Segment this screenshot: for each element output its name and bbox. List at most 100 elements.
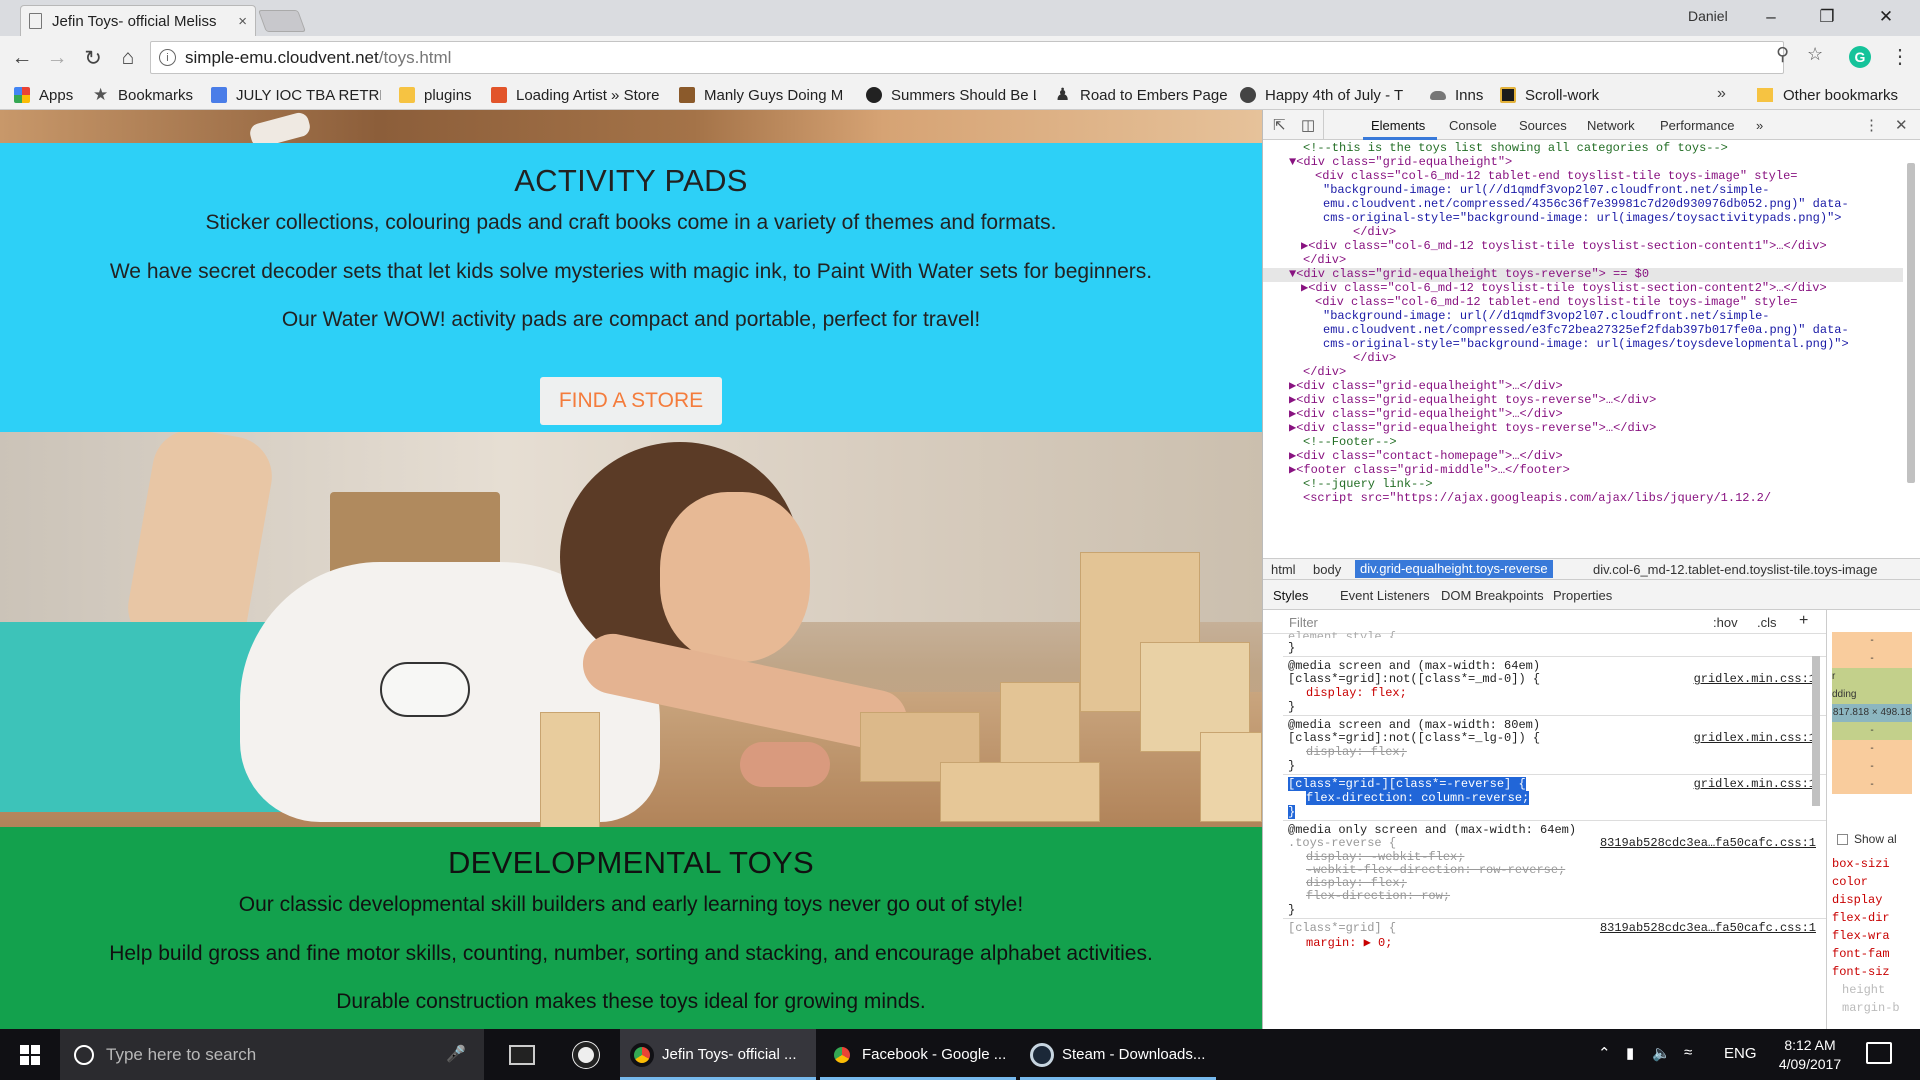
style-property-overridden[interactable]: display: flex; xyxy=(1306,745,1826,759)
styles-pane[interactable]: Filter :hov .cls + element.style { } @me… xyxy=(1263,610,1826,1029)
dom-tree-scrollbar[interactable] xyxy=(1903,148,1919,553)
taskbar-app-chrome-facebook[interactable]: Facebook - Google ... xyxy=(820,1029,1016,1080)
dom-line[interactable]: ▼<div class="grid-equalheight"> xyxy=(1289,156,1920,170)
breadcrumb-child[interactable]: div.col-6_md-12.tablet-end.toyslist-tile… xyxy=(1593,562,1877,577)
style-property[interactable]: display: flex; xyxy=(1306,686,1826,700)
web-page-viewport[interactable]: ACTIVITY PADS Sticker collections, colou… xyxy=(0,110,1262,1029)
dom-line[interactable]: ▶<div class="contact-homepage">…</div> xyxy=(1289,450,1920,464)
styles-filter-input[interactable]: Filter xyxy=(1289,615,1318,630)
style-property[interactable]: margin: ▶ 0; xyxy=(1306,935,1826,950)
microphone-icon[interactable]: 🎤 xyxy=(446,1044,466,1064)
devtools-menu-icon[interactable]: ⋮ xyxy=(1864,116,1879,134)
subtab-properties[interactable]: Properties xyxy=(1553,588,1612,603)
grammarly-extension-icon[interactable]: G xyxy=(1849,46,1871,68)
style-source-link[interactable]: gridlex.min.css:1 xyxy=(1694,777,1816,791)
home-icon[interactable]: ⌂ xyxy=(115,45,141,71)
breadcrumb-html[interactable]: html xyxy=(1271,562,1296,577)
style-property-overridden[interactable]: display: flex; xyxy=(1306,876,1826,890)
dom-line[interactable]: ▶<div class="col-6_md-12 toyslist-tile t… xyxy=(1301,282,1920,296)
inspect-element-icon[interactable]: ⇱ xyxy=(1273,116,1286,134)
computed-property[interactable]: font-fam xyxy=(1832,947,1890,961)
style-source-link[interactable]: 8319ab528cdc3ea…fa50cafc.css:1 xyxy=(1600,921,1816,935)
computed-property[interactable]: color xyxy=(1832,875,1868,889)
tray-expand-icon[interactable]: ⌃ xyxy=(1598,1044,1611,1062)
minimize-icon[interactable]: – xyxy=(1749,4,1793,30)
bookmark-star-icon[interactable]: ☆ xyxy=(1807,44,1823,65)
address-bar[interactable]: i simple-emu.cloudvent.net/toys.html xyxy=(150,41,1784,74)
checkbox-icon[interactable] xyxy=(1837,833,1848,845)
computed-property[interactable]: height xyxy=(1842,983,1885,997)
devtools-tab-network[interactable]: Network xyxy=(1587,118,1635,133)
taskbar-search-box[interactable]: Type here to search 🎤 xyxy=(60,1029,484,1080)
terminal-app-icon[interactable] xyxy=(492,1029,552,1080)
hov-toggle[interactable]: :hov xyxy=(1713,615,1738,630)
bookmark-manly-guys[interactable]: Manly Guys Doing M xyxy=(679,83,847,107)
language-indicator[interactable]: ENG xyxy=(1724,1045,1757,1062)
new-tab-button[interactable] xyxy=(257,10,307,32)
bookmark-happy-4th[interactable]: Happy 4th of July - T xyxy=(1240,83,1410,107)
bookmark-plugins[interactable]: plugins xyxy=(399,83,479,107)
volume-icon[interactable]: 🔈 xyxy=(1652,1044,1671,1062)
bookmark-bookmarks[interactable]: ★ Bookmarks xyxy=(93,83,198,107)
computed-property[interactable]: font-siz xyxy=(1832,965,1890,979)
back-icon[interactable]: ← xyxy=(9,45,35,71)
taskbar-app-steam[interactable]: Steam - Downloads... xyxy=(1020,1029,1216,1080)
dom-line-selected[interactable]: ▼<div class="grid-equalheight toys-rever… xyxy=(1263,268,1903,282)
taskbar-app-chrome-jefin[interactable]: Jefin Toys- official ... xyxy=(620,1029,816,1080)
devtools-tab-performance[interactable]: Performance xyxy=(1660,118,1734,133)
device-toolbar-icon[interactable]: ◫ xyxy=(1301,116,1315,134)
styles-scrollbar[interactable] xyxy=(1808,636,1824,1026)
dom-line[interactable]: ▶<div class="grid-equalheight toys-rever… xyxy=(1289,394,1920,408)
zoom-icon[interactable]: ⚲ xyxy=(1776,44,1789,65)
find-a-store-button[interactable]: FIND A STORE xyxy=(540,377,722,425)
bookmark-apps[interactable]: Apps xyxy=(14,83,80,107)
devtools-more-tabs-icon[interactable]: » xyxy=(1756,118,1763,133)
dom-line[interactable]: ▶<div class="grid-equalheight">…</div> xyxy=(1289,408,1920,422)
subtab-dom-breakpoints[interactable]: DOM Breakpoints xyxy=(1441,588,1544,603)
devtools-tab-console[interactable]: Console xyxy=(1449,118,1497,133)
breadcrumb-body[interactable]: body xyxy=(1313,562,1341,577)
computed-property[interactable]: box-sizi xyxy=(1832,857,1890,871)
bookmark-inns[interactable]: Inns xyxy=(1430,83,1508,107)
bookmark-loading-artist[interactable]: Loading Artist » Store xyxy=(491,83,663,107)
other-bookmarks[interactable]: Other bookmarks xyxy=(1757,83,1898,107)
dom-line[interactable]: <div class="col-6_md-12 tablet-end toysl… xyxy=(1315,170,1920,184)
style-property-overridden[interactable]: display: -webkit-flex; xyxy=(1306,850,1826,864)
dom-line[interactable]: ▶<div class="grid-equalheight">…</div> xyxy=(1289,380,1920,394)
dom-line[interactable]: <!--this is the toys list showing all ca… xyxy=(1303,142,1920,156)
style-property-overridden[interactable]: flex-direction: row; xyxy=(1306,889,1826,903)
style-source-link[interactable]: gridlex.min.css:1 xyxy=(1694,672,1816,686)
style-selector-highlighted[interactable]: [class*=grid-][class*=-reverse] { xyxy=(1288,777,1526,791)
dom-line[interactable]: ▶<div class="col-6_md-12 toyslist-tile t… xyxy=(1301,240,1920,254)
battery-icon[interactable]: ▮ xyxy=(1626,1044,1634,1062)
reload-icon[interactable]: ↻ xyxy=(80,45,106,71)
restore-icon[interactable]: ❐ xyxy=(1805,4,1849,30)
browser-tab-active[interactable]: Jefin Toys- official Meliss × xyxy=(20,5,256,36)
browser-menu-icon[interactable]: ⋮ xyxy=(1890,44,1910,69)
taskbar-clock[interactable]: 8:12 AM 4/09/2017 xyxy=(1768,1036,1852,1074)
cls-toggle[interactable]: .cls xyxy=(1757,615,1777,630)
bookmark-summers[interactable]: Summers Should Be L xyxy=(866,83,1036,107)
dom-line[interactable]: <div class="col-6_md-12 tablet-end toysl… xyxy=(1315,296,1920,310)
breadcrumb-selected[interactable]: div.grid-equalheight.toys-reverse xyxy=(1355,560,1553,578)
bookmark-july-ioc[interactable]: JULY IOC TBA RETREA xyxy=(211,83,381,107)
devtools-tab-sources[interactable]: Sources xyxy=(1519,118,1567,133)
github-app-icon[interactable] xyxy=(556,1029,616,1080)
dom-line[interactable]: ▶<footer class="grid-middle">…</footer> xyxy=(1289,464,1920,478)
devtools-tab-elements[interactable]: Elements xyxy=(1371,118,1425,133)
tab-close-icon[interactable]: × xyxy=(238,13,247,30)
start-button[interactable] xyxy=(0,1029,60,1080)
bookmark-scroll-work[interactable]: Scroll-work xyxy=(1500,83,1620,107)
computed-property[interactable]: flex-wra xyxy=(1832,929,1890,943)
info-icon[interactable]: i xyxy=(159,49,176,66)
subtab-styles[interactable]: Styles xyxy=(1273,588,1308,603)
style-source-link[interactable]: gridlex.min.css:1 xyxy=(1694,731,1816,745)
close-window-icon[interactable]: ✕ xyxy=(1864,4,1908,30)
bookmark-road-to-embers[interactable]: ♟ Road to Embers Page xyxy=(1055,83,1227,107)
dom-tree[interactable]: <!--this is the toys list showing all ca… xyxy=(1263,140,1920,558)
new-style-rule-icon[interactable]: + xyxy=(1799,612,1808,630)
show-all-checkbox[interactable]: Show al xyxy=(1837,832,1897,846)
computed-property[interactable]: margin-b xyxy=(1842,1001,1900,1015)
devtools-close-icon[interactable]: ✕ xyxy=(1895,116,1908,134)
style-source-link[interactable]: 8319ab528cdc3ea…fa50cafc.css:1 xyxy=(1600,836,1816,850)
